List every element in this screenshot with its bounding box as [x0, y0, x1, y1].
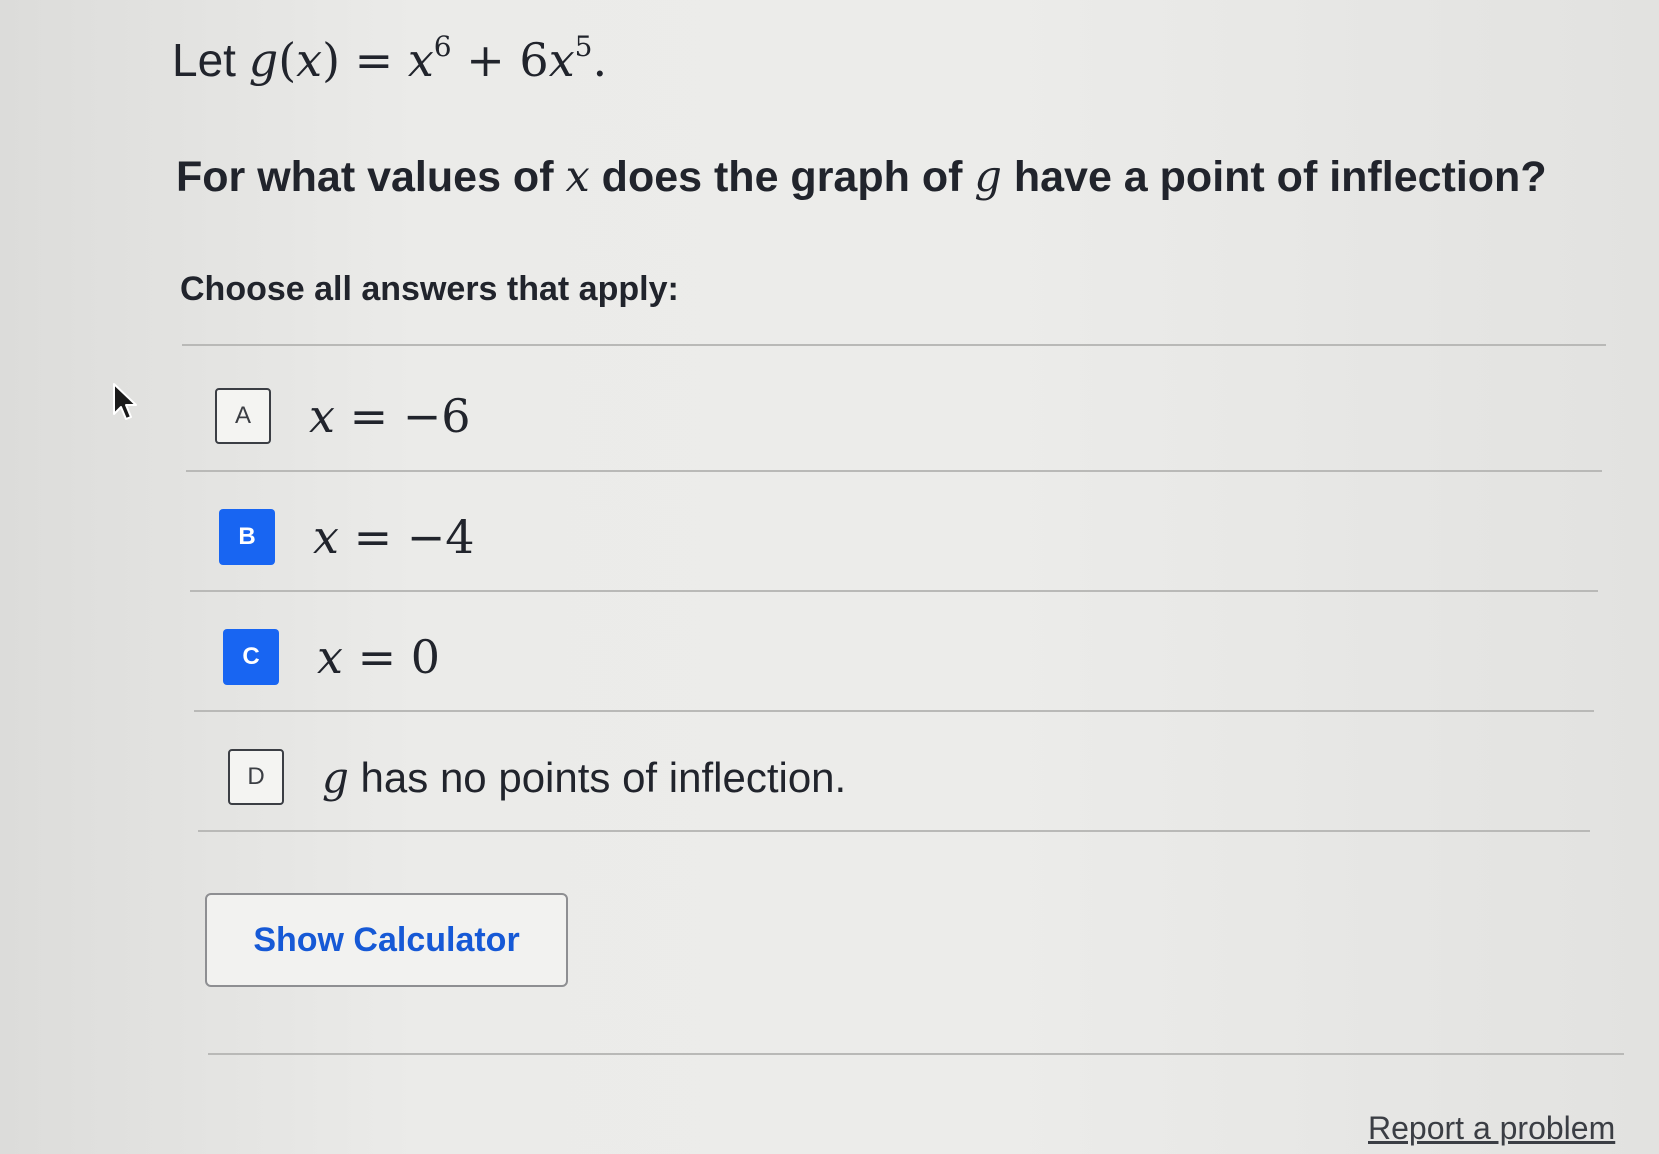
exercise-page: Let g(x) = x6 + 6x5. For what values of … [0, 0, 1659, 1154]
term2-base: x [548, 33, 575, 87]
question-var-g: g [974, 152, 1002, 202]
choice-d-var: g [322, 752, 349, 802]
choice-d[interactable]: D g has no points of inflection. [228, 749, 846, 805]
question-var-x: x [565, 152, 590, 202]
choice-c-var: x [317, 630, 343, 684]
term2-coefficient: 6 [519, 33, 549, 87]
equals-sign: = [354, 33, 394, 87]
prompt-period: . [592, 33, 608, 87]
choice-b-content: x = −4 [313, 510, 475, 564]
choice-a[interactable]: A x = −6 [215, 388, 471, 444]
divider-top [182, 344, 1606, 346]
choice-c[interactable]: C x = 0 [223, 629, 440, 685]
choice-b-var: x [313, 510, 339, 564]
report-problem-link[interactable]: Report a problem [1368, 1110, 1615, 1147]
term1-exponent: 6 [433, 30, 452, 63]
question-text: For what values of x does the graph of g… [176, 152, 1547, 202]
choice-b-checkbox[interactable]: B [219, 509, 275, 565]
question-part2: does the graph of [589, 153, 975, 201]
divider-b [190, 590, 1598, 592]
function-definition: Let g(x) = x6 + 6x5. [172, 30, 607, 87]
divider-d [198, 830, 1590, 832]
choice-c-rel: = [357, 630, 397, 684]
divider-c [194, 710, 1594, 712]
plus-sign: + [466, 33, 505, 87]
close-paren: ) [322, 33, 341, 87]
prompt-lead: Let [172, 34, 236, 86]
question-part1: For what values of [176, 153, 566, 201]
choice-c-checkbox[interactable]: C [223, 629, 279, 685]
instruction-text: Choose all answers that apply: [180, 270, 679, 308]
question-part3: have a point of inflection? [1001, 153, 1547, 201]
function-name: g [248, 33, 279, 87]
term2-exponent: 5 [574, 30, 593, 63]
choice-d-text: has no points of inflection. [348, 753, 847, 801]
choice-b-value: −4 [406, 510, 475, 564]
function-variable: x [296, 33, 323, 87]
show-calculator-button[interactable]: Show Calculator [205, 893, 568, 987]
term1-base: x [407, 33, 434, 87]
divider-bottom [208, 1053, 1624, 1055]
choice-b-rel: = [353, 510, 393, 564]
choice-c-content: x = 0 [317, 630, 440, 684]
choice-d-checkbox[interactable]: D [228, 749, 284, 805]
choice-a-var: x [309, 389, 335, 443]
choice-a-checkbox[interactable]: A [215, 388, 271, 444]
divider-a [186, 470, 1602, 472]
choice-c-value: 0 [410, 630, 441, 684]
choice-b[interactable]: B x = −4 [219, 509, 475, 565]
choice-a-rel: = [349, 389, 389, 443]
choice-a-content: x = −6 [309, 389, 471, 443]
choice-a-value: −6 [402, 389, 471, 443]
open-paren: ( [278, 33, 297, 87]
choice-d-content: g has no points of inflection. [322, 753, 846, 802]
mouse-pointer-icon [113, 383, 137, 420]
